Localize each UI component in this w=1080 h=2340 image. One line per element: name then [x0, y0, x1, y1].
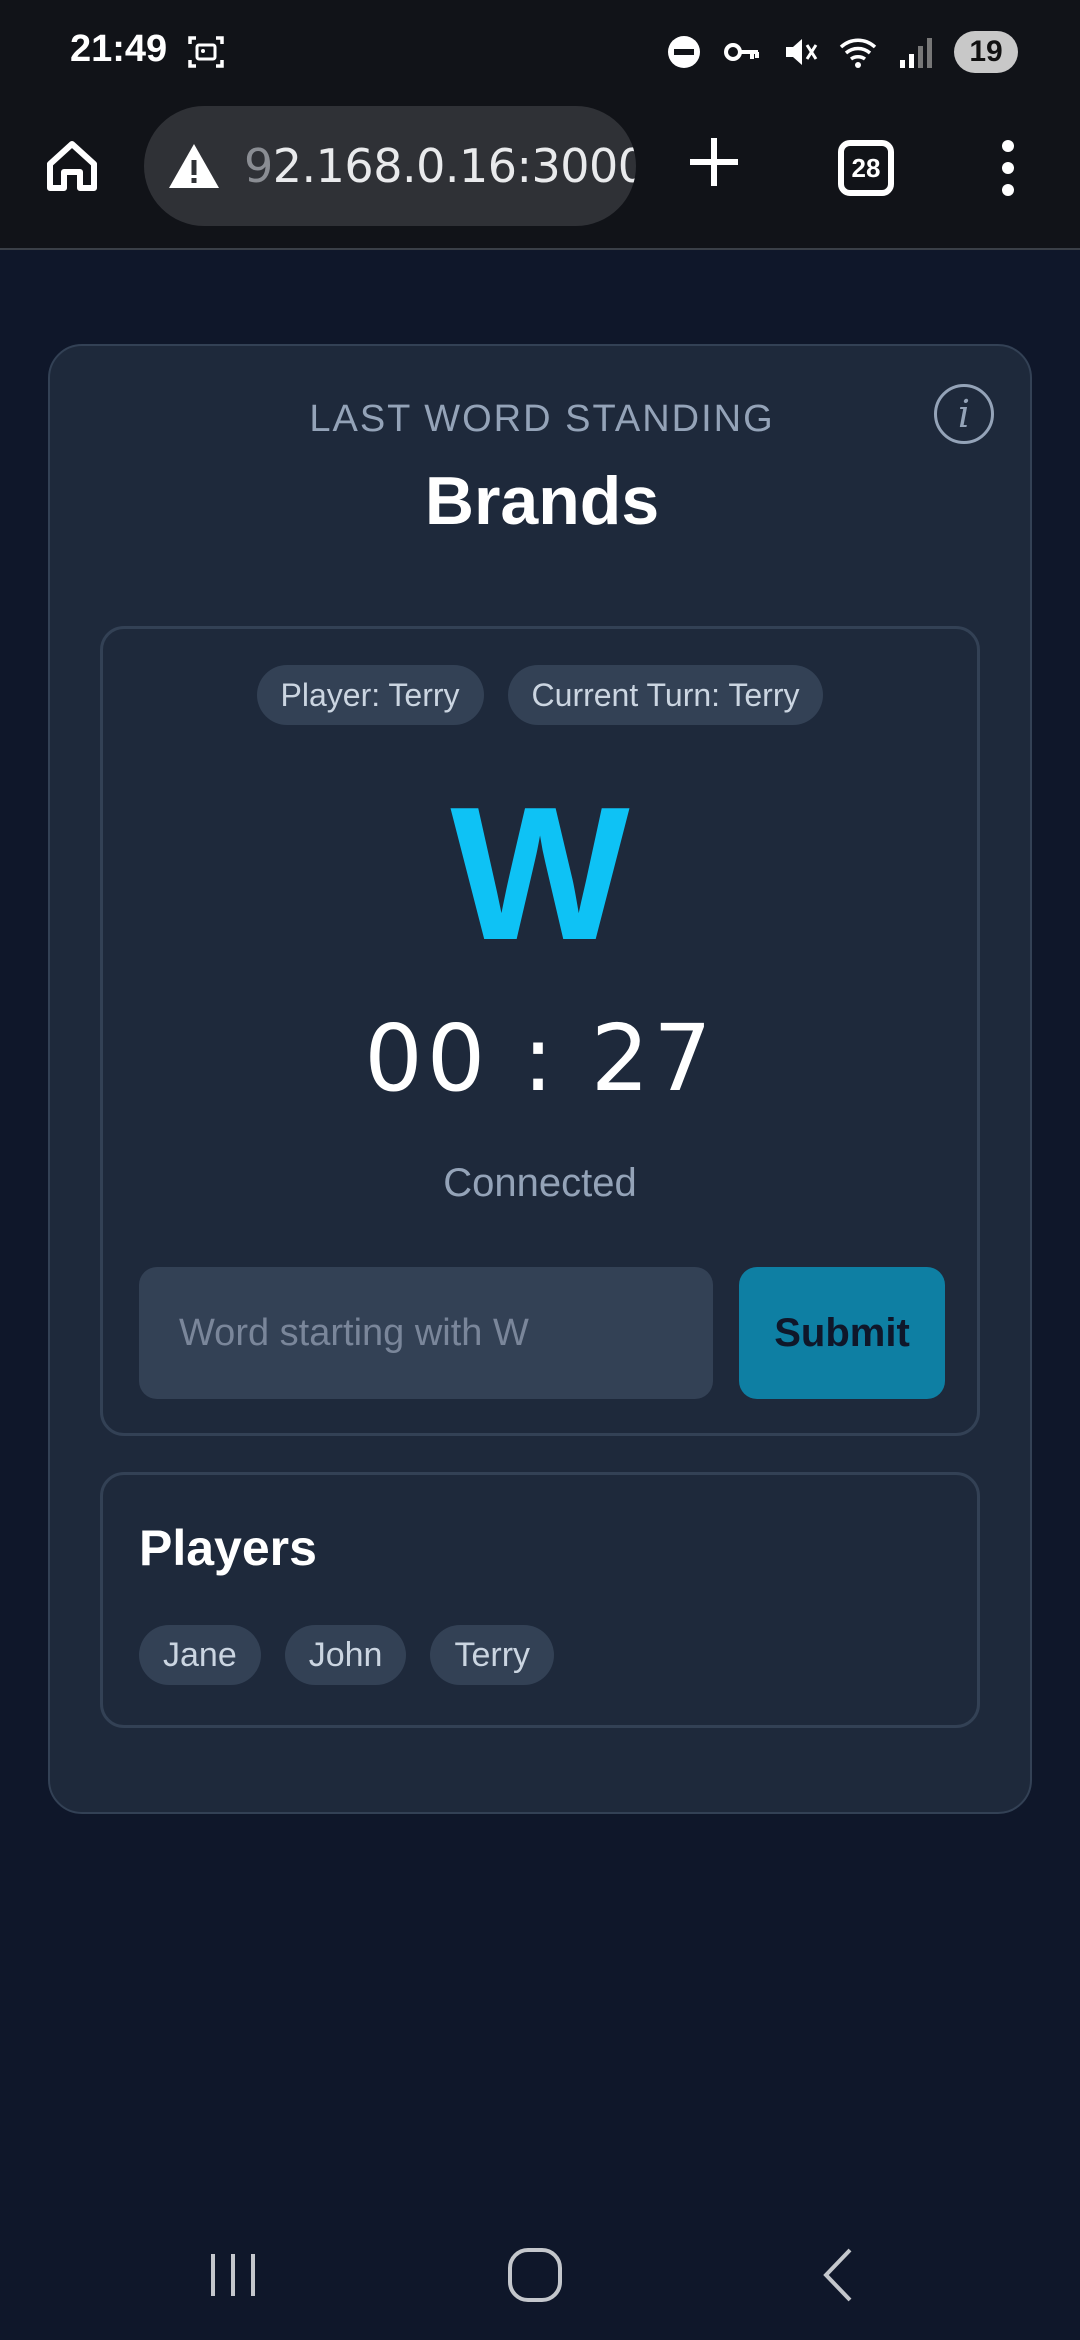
- navigation-bar: [0, 2200, 1080, 2340]
- status-bar: 21:49 19: [0, 0, 1080, 104]
- connection-status: Connected: [443, 1161, 637, 1205]
- home-icon[interactable]: [40, 134, 104, 198]
- tab-count: 28: [851, 152, 881, 183]
- player-list: Jane John Terry: [139, 1625, 555, 1685]
- current-letter: W: [450, 768, 630, 980]
- menu-icon[interactable]: [996, 138, 1020, 198]
- recent-apps-icon[interactable]: [198, 2240, 268, 2310]
- battery-indicator: 19: [954, 31, 1018, 73]
- screenshot-icon: [188, 36, 224, 68]
- url-bar[interactable]: 92.168.0.16:3000: [144, 106, 636, 226]
- url-text[interactable]: 92.168.0.16:3000: [244, 139, 636, 193]
- players-heading: Players: [139, 1520, 317, 1576]
- word-input[interactable]: [139, 1267, 713, 1399]
- game-title: Brands: [424, 463, 660, 539]
- tabs-button[interactable]: 28: [838, 140, 894, 196]
- mute-icon: [786, 39, 818, 65]
- status-chips: Player: Terry Current Turn: Terry: [103, 665, 977, 725]
- game-panel: Player: Terry Current Turn: Terry W 00 :…: [100, 626, 980, 1436]
- plus-icon[interactable]: [684, 132, 744, 192]
- game-subtitle: LAST WORD STANDING: [309, 398, 775, 440]
- player-chip-terry: Terry: [430, 1625, 555, 1685]
- countdown-timer: 00 : 27: [364, 1005, 716, 1112]
- status-icons: 19: [664, 26, 1018, 78]
- signal-icon: [900, 38, 932, 68]
- browser-toolbar: 92.168.0.16:3000 28: [0, 104, 1080, 250]
- warning-icon[interactable]: [166, 138, 222, 194]
- player-chip-john: John: [284, 1625, 407, 1685]
- home-nav-icon[interactable]: [500, 2240, 570, 2310]
- player-chip: Player: Terry: [256, 665, 484, 725]
- back-icon[interactable]: [804, 2240, 874, 2310]
- status-time: 21:49: [70, 28, 168, 70]
- current-turn-chip: Current Turn: Terry: [507, 665, 824, 725]
- dnd-icon: [668, 36, 700, 68]
- wifi-icon: [839, 38, 877, 68]
- players-panel: Players Jane John Terry: [100, 1472, 980, 1728]
- player-chip-jane: Jane: [139, 1625, 261, 1685]
- game-card: i LAST WORD STANDING Brands Player: Terr…: [48, 344, 1032, 1814]
- key-icon: [724, 43, 759, 61]
- submit-button[interactable]: Submit: [739, 1267, 945, 1399]
